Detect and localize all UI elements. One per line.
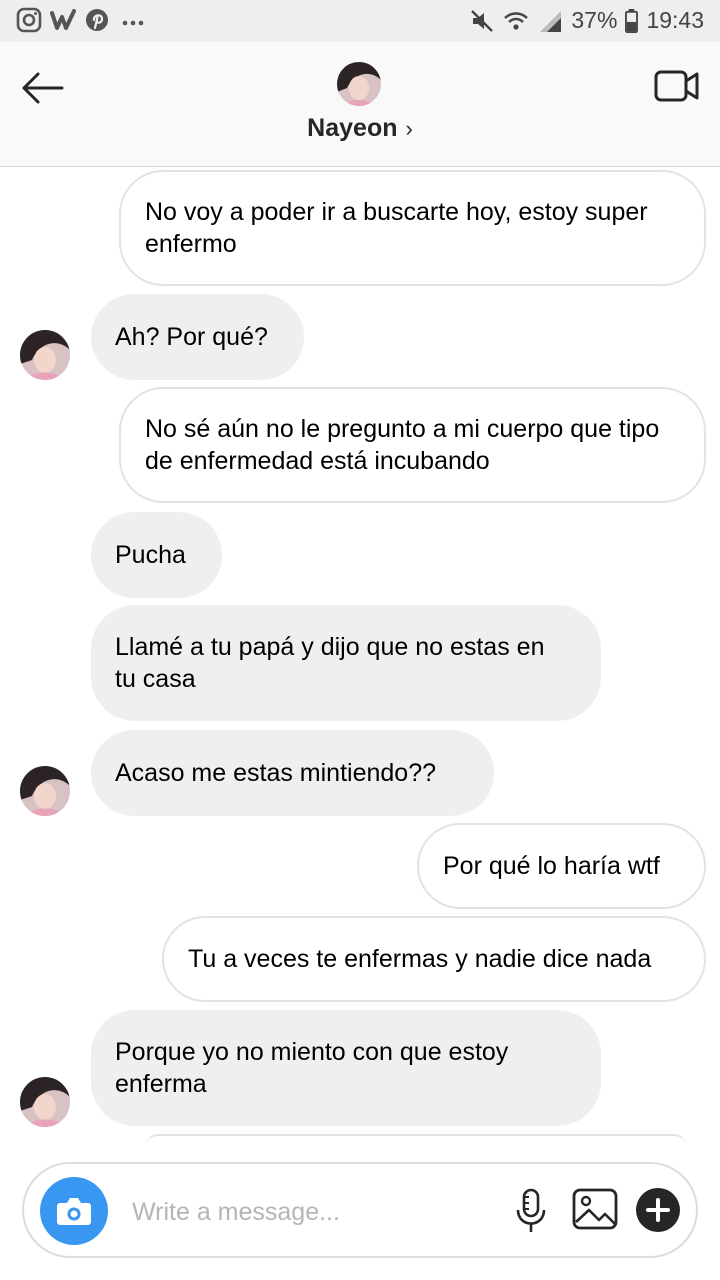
wattpad-icon bbox=[50, 9, 76, 30]
video-call-icon[interactable] bbox=[654, 66, 700, 106]
message-text: Por qué lo haría wtf bbox=[443, 852, 660, 880]
wifi-icon bbox=[504, 11, 529, 30]
contact-avatar[interactable] bbox=[337, 62, 381, 106]
chat-header: Nayeon › bbox=[0, 42, 720, 167]
microphone-icon[interactable] bbox=[514, 1188, 548, 1234]
status-bar: 37% 19:43 bbox=[0, 0, 720, 42]
message-text: Llamé a tu papá y dijo que no estas en t… bbox=[115, 633, 545, 693]
message-sent[interactable]: No voy a poder ir a buscarte hoy, estoy … bbox=[119, 170, 706, 286]
battery-percent: 37% bbox=[571, 7, 618, 33]
gallery-icon[interactable] bbox=[572, 1188, 618, 1230]
message-sent[interactable]: No sé aún no le pregunto a mi cuerpo que… bbox=[119, 387, 706, 503]
message-sent[interactable]: Tu a veces te enfermas y nadie dice nada bbox=[162, 916, 706, 1002]
more-dots-icon bbox=[122, 20, 144, 26]
message-text: Porque yo no miento con que estoy enferm… bbox=[115, 1038, 509, 1098]
message-text: Acaso me estas mintiendo?? bbox=[115, 759, 437, 787]
message-text: Ah? Por qué? bbox=[115, 323, 268, 351]
sender-avatar[interactable] bbox=[20, 330, 70, 380]
message-received[interactable]: Pucha bbox=[91, 512, 222, 598]
message-received[interactable]: Acaso me estas mintiendo?? bbox=[91, 730, 494, 816]
battery-icon bbox=[625, 8, 639, 33]
camera-button[interactable] bbox=[40, 1177, 108, 1245]
message-sent-partial bbox=[146, 1134, 686, 1146]
message-text: No voy a poder ir a buscarte hoy, estoy … bbox=[145, 198, 648, 258]
message-text: Tu a veces te enfermas y nadie dice nada bbox=[188, 945, 652, 973]
back-arrow-icon[interactable] bbox=[18, 64, 66, 112]
message-sent[interactable]: Por qué lo haría wtf bbox=[417, 823, 706, 909]
contact-name: Nayeon bbox=[307, 114, 398, 142]
message-text: Pucha bbox=[115, 541, 186, 569]
contact-name-link[interactable]: Nayeon › bbox=[0, 114, 720, 143]
clock: 19:43 bbox=[646, 7, 704, 33]
message-received[interactable]: Ah? Por qué? bbox=[91, 294, 304, 380]
pinterest-icon bbox=[86, 9, 108, 31]
chevron-right-icon: › bbox=[405, 116, 413, 141]
mute-icon bbox=[471, 9, 494, 32]
camera-icon bbox=[57, 1198, 91, 1225]
signal-icon bbox=[540, 10, 562, 32]
sender-avatar[interactable] bbox=[20, 766, 70, 816]
message-received[interactable]: Porque yo no miento con que estoy enferm… bbox=[91, 1010, 601, 1126]
plus-icon bbox=[646, 1198, 670, 1222]
sender-avatar[interactable] bbox=[20, 1077, 70, 1127]
message-text: No sé aún no le pregunto a mi cuerpo que… bbox=[145, 415, 660, 475]
instagram-icon bbox=[16, 7, 42, 33]
plus-button[interactable] bbox=[636, 1188, 680, 1232]
message-input[interactable] bbox=[130, 1188, 494, 1236]
message-received[interactable]: Llamé a tu papá y dijo que no estas en t… bbox=[91, 605, 601, 721]
message-composer bbox=[22, 1162, 698, 1258]
